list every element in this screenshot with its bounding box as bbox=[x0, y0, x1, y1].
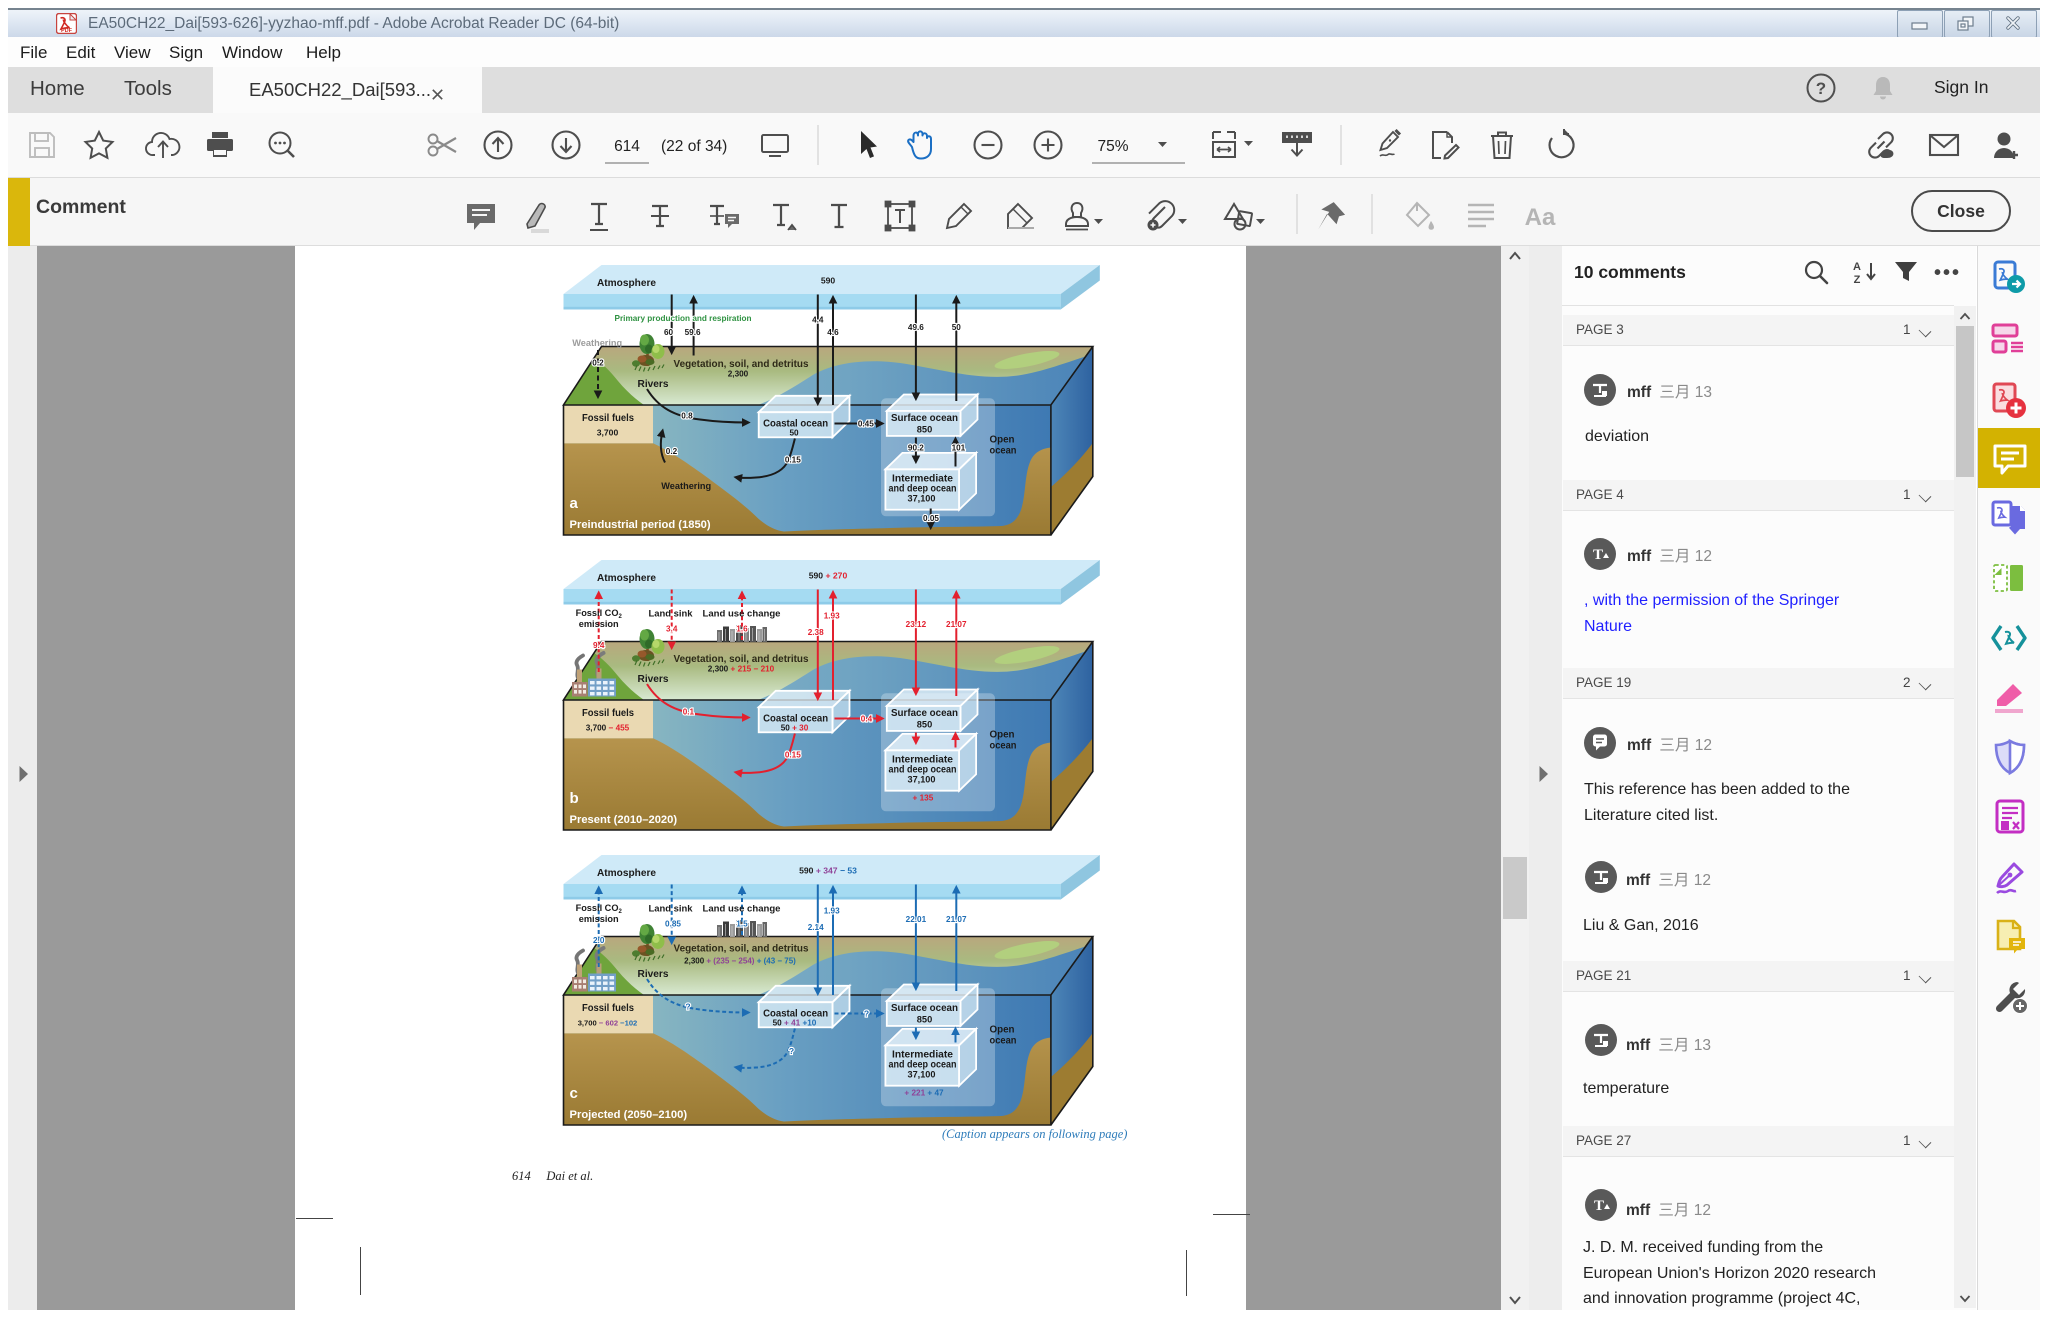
svg-text:59.6: 59.6 bbox=[685, 328, 701, 337]
svg-text:T: T bbox=[1593, 547, 1603, 563]
svg-text:49.6: 49.6 bbox=[908, 323, 924, 332]
svg-text:2.0: 2.0 bbox=[593, 936, 605, 945]
svg-text:T: T bbox=[1594, 1198, 1604, 1214]
svg-text:a: a bbox=[570, 495, 579, 512]
svg-text:Preindustrial period (1850): Preindustrial period (1850) bbox=[570, 519, 711, 531]
svg-text:+ 135: + 135 bbox=[913, 794, 934, 803]
svg-text:0.85: 0.85 bbox=[665, 920, 681, 929]
svg-text:0.4: 0.4 bbox=[861, 715, 873, 724]
svg-text:?: ? bbox=[1816, 79, 1826, 98]
svg-text:+ 221 + 47: + 221 + 47 bbox=[904, 1089, 944, 1098]
svg-text:2,300 + 215 − 210: 2,300 + 215 − 210 bbox=[708, 665, 775, 674]
svg-text:37,100: 37,100 bbox=[908, 1069, 936, 1080]
svg-text:50 + 30: 50 + 30 bbox=[781, 723, 809, 732]
svg-text:(22 of 34): (22 of 34) bbox=[661, 138, 727, 155]
svg-text:0.05: 0.05 bbox=[923, 514, 939, 523]
svg-text:4.6: 4.6 bbox=[827, 328, 839, 337]
svg-text:Land use change: Land use change bbox=[703, 904, 781, 914]
svg-text:PDF: PDF bbox=[61, 28, 73, 34]
svg-text:1.93: 1.93 bbox=[824, 612, 840, 621]
svg-text:Land use change: Land use change bbox=[703, 609, 781, 619]
svg-text:Aa: Aa bbox=[1525, 204, 1556, 231]
svg-text:2.38: 2.38 bbox=[808, 628, 824, 637]
svg-text:Land sink: Land sink bbox=[649, 904, 694, 914]
svg-text:0.45: 0.45 bbox=[858, 420, 874, 429]
svg-text:Vegetation, soil, and detritus: Vegetation, soil, and detritus bbox=[674, 359, 809, 370]
svg-text:9.4: 9.4 bbox=[593, 641, 605, 650]
svg-text:21.07: 21.07 bbox=[946, 620, 967, 629]
svg-text:1.93: 1.93 bbox=[824, 907, 840, 916]
svg-text:21.07: 21.07 bbox=[946, 915, 967, 924]
svg-text:37,100: 37,100 bbox=[908, 493, 936, 504]
svg-text:0.2: 0.2 bbox=[592, 359, 604, 368]
svg-text:101: 101 bbox=[952, 444, 966, 453]
svg-text:50 + 41 +10: 50 + 41 +10 bbox=[773, 1018, 817, 1027]
svg-text:Projected (2050–2100): Projected (2050–2100) bbox=[570, 1109, 688, 1121]
svg-text:Weathering: Weathering bbox=[661, 481, 711, 491]
svg-text:2,300 + (235 − 254) + (43 − 75: 2,300 + (235 − 254) + (43 − 75) bbox=[684, 957, 796, 966]
svg-text:Vegetation, soil, and detritus: Vegetation, soil, and detritus bbox=[674, 944, 809, 955]
svg-text:?: ? bbox=[789, 1046, 794, 1056]
svg-text:4.4: 4.4 bbox=[812, 316, 824, 325]
svg-text:Z: Z bbox=[1854, 274, 1861, 286]
svg-text:0.15: 0.15 bbox=[785, 751, 801, 760]
svg-text:50: 50 bbox=[952, 323, 962, 332]
svg-text:3,700: 3,700 bbox=[597, 428, 619, 438]
svg-text:590: 590 bbox=[821, 276, 836, 286]
svg-text:37,100: 37,100 bbox=[908, 774, 936, 785]
svg-text:3.4: 3.4 bbox=[666, 625, 678, 634]
svg-text:Weathering: Weathering bbox=[572, 338, 622, 348]
svg-text:50: 50 bbox=[789, 428, 799, 437]
svg-text:3,700 − 455: 3,700 − 455 bbox=[586, 724, 630, 733]
svg-text:0.15: 0.15 bbox=[785, 456, 801, 465]
svg-text:3,700 − 602 −102: 3,700 − 602 −102 bbox=[578, 1019, 638, 1028]
svg-text:Vegetation, soil, and detritus: Vegetation, soil, and detritus bbox=[674, 654, 809, 665]
svg-text:0.2: 0.2 bbox=[666, 447, 678, 456]
svg-text:emission: emission bbox=[579, 619, 619, 629]
svg-text:?: ? bbox=[685, 1002, 690, 1012]
svg-text:Land sink: Land sink bbox=[649, 609, 694, 619]
svg-text:23.12: 23.12 bbox=[906, 620, 927, 629]
svg-text:90.2: 90.2 bbox=[908, 444, 924, 453]
svg-text:Primary production and respira: Primary production and respiration bbox=[615, 314, 752, 323]
svg-text:22.01: 22.01 bbox=[906, 915, 927, 924]
svg-text:60: 60 bbox=[664, 328, 674, 337]
svg-text:2,300: 2,300 bbox=[728, 370, 749, 379]
svg-text:c: c bbox=[570, 1085, 578, 1102]
svg-text:590 + 270: 590 + 270 bbox=[809, 571, 848, 581]
svg-text:614: 614 bbox=[614, 138, 640, 155]
svg-text:1.5: 1.5 bbox=[736, 920, 748, 929]
svg-text:0.1: 0.1 bbox=[683, 708, 695, 717]
svg-text:2.14: 2.14 bbox=[808, 923, 824, 932]
svg-text:b: b bbox=[570, 790, 579, 807]
svg-text:emission: emission bbox=[579, 914, 619, 924]
svg-text:0.8: 0.8 bbox=[681, 411, 693, 420]
svg-text:Present (2010–2020): Present (2010–2020) bbox=[570, 814, 678, 826]
svg-text:?: ? bbox=[864, 1008, 869, 1018]
svg-text:75%: 75% bbox=[1097, 138, 1128, 155]
svg-text:1.6: 1.6 bbox=[736, 625, 748, 634]
svg-text:A: A bbox=[1853, 261, 1861, 273]
svg-text:590 + 347 − 53: 590 + 347 − 53 bbox=[799, 866, 857, 876]
